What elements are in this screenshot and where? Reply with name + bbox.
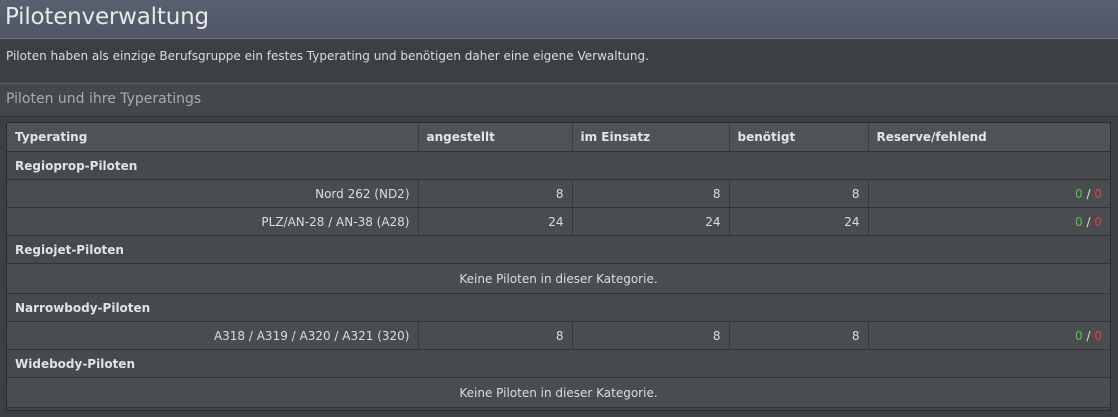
empty-category-message: Keine Piloten in dieser Kategorie. <box>7 377 1110 408</box>
separator: / <box>1086 214 1091 229</box>
category-row: Regiojet-Piloten <box>7 235 1110 264</box>
section-title: Piloten und ihre Typeratings <box>6 91 202 107</box>
table-row: A318 / A319 / A320 / A321 (320) 8 8 8 0 / 0 <box>7 321 1110 350</box>
benoetigt-cell: 8 <box>729 321 869 350</box>
angestellt-cell: 8 <box>418 321 573 350</box>
page-title: Pilotenverwaltung <box>5 4 209 30</box>
typerating-table-container: Typerating angestellt im Einsatz benötig… <box>6 122 1111 411</box>
reserve-value: 0 <box>1075 214 1083 229</box>
benoetigt-cell: 24 <box>729 207 869 236</box>
category-label: Narrowbody-Piloten <box>7 293 1110 322</box>
category-label: Regioprop-Piloten <box>7 151 1110 180</box>
fehlend-value: 0 <box>1094 214 1102 229</box>
im-einsatz-cell: 8 <box>572 321 730 350</box>
column-header-reserve-fehlend: Reserve/fehlend <box>868 123 1110 152</box>
category-row: Widebody-Piloten <box>7 349 1110 378</box>
empty-row: Keine Piloten in dieser Kategorie. <box>7 263 1110 294</box>
category-label: Regiojet-Piloten <box>7 235 1110 264</box>
typerating-table: Typerating angestellt im Einsatz benötig… <box>7 123 1110 408</box>
typerating-cell: PLZ/AN-28 / AN-38 (A28) <box>7 207 419 236</box>
table-row: Nord 262 (ND2) 8 8 8 0 / 0 <box>7 179 1110 208</box>
reserve-fehlend-cell: 0 / 0 <box>868 207 1110 236</box>
reserve-value: 0 <box>1075 186 1083 201</box>
separator: / <box>1086 186 1091 201</box>
column-header-im-einsatz: im Einsatz <box>572 123 730 152</box>
column-header-typerating: Typerating <box>7 123 419 152</box>
angestellt-cell: 24 <box>418 207 573 236</box>
table-header-row: Typerating angestellt im Einsatz benötig… <box>7 123 1110 152</box>
typerating-cell: A318 / A319 / A320 / A321 (320) <box>7 321 419 350</box>
page-header: Pilotenverwaltung <box>0 0 1118 39</box>
table-row: PLZ/AN-28 / AN-38 (A28) 24 24 24 0 / 0 <box>7 207 1110 236</box>
angestellt-cell: 8 <box>418 179 573 208</box>
empty-row: Keine Piloten in dieser Kategorie. <box>7 377 1110 408</box>
category-row: Narrowbody-Piloten <box>7 293 1110 322</box>
im-einsatz-cell: 24 <box>572 207 730 236</box>
separator: / <box>1086 328 1091 343</box>
im-einsatz-cell: 8 <box>572 179 730 208</box>
fehlend-value: 0 <box>1094 186 1102 201</box>
reserve-fehlend-cell: 0 / 0 <box>868 321 1110 350</box>
typerating-cell: Nord 262 (ND2) <box>7 179 419 208</box>
fehlend-value: 0 <box>1094 328 1102 343</box>
section-header: Piloten und ihre Typeratings <box>0 83 1118 117</box>
empty-category-message: Keine Piloten in dieser Kategorie. <box>7 263 1110 294</box>
category-label: Widebody-Piloten <box>7 349 1110 378</box>
intro-text: Piloten haben als einzige Berufsgruppe e… <box>6 49 649 63</box>
category-row: Regioprop-Piloten <box>7 151 1110 180</box>
benoetigt-cell: 8 <box>729 179 869 208</box>
reserve-fehlend-cell: 0 / 0 <box>868 179 1110 208</box>
reserve-value: 0 <box>1075 328 1083 343</box>
column-header-angestellt: angestellt <box>418 123 573 152</box>
column-header-benoetigt: benötigt <box>729 123 869 152</box>
